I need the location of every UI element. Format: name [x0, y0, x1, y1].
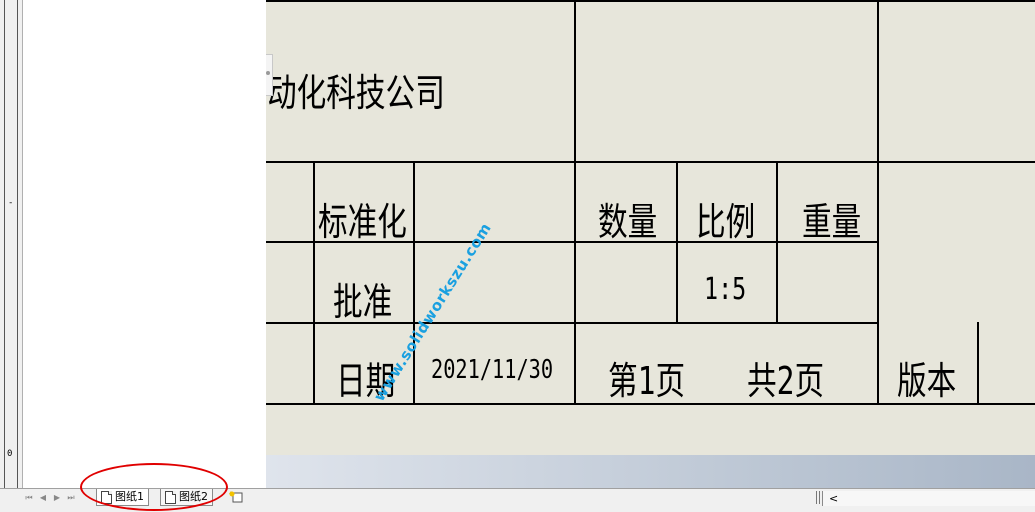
- grid-line: [977, 322, 979, 405]
- page-number: 第1页: [608, 359, 686, 403]
- first-sheet-icon[interactable]: ⏮: [24, 492, 34, 504]
- grid-line: [877, 0, 879, 405]
- handle-dot-icon: [266, 71, 270, 75]
- vertical-ruler: - 0: [0, 0, 23, 488]
- scale-value: 1:5: [704, 272, 747, 307]
- grid-line: [413, 161, 415, 405]
- version-label: 版本: [897, 359, 957, 403]
- scale-label: 比例: [696, 200, 756, 244]
- splitter-handle[interactable]: [266, 54, 273, 96]
- last-sheet-icon[interactable]: ⏭: [66, 492, 76, 504]
- next-sheet-icon[interactable]: ▶: [52, 492, 62, 504]
- workspace-background: [266, 455, 1035, 488]
- grid-line: [574, 0, 576, 405]
- date-value: 2021/11/30: [431, 355, 554, 385]
- grid-line: [676, 161, 678, 324]
- grid-line: [776, 161, 778, 324]
- company-name: 动化科技公司: [267, 71, 445, 115]
- scroll-left-icon[interactable]: <: [829, 491, 838, 506]
- annotation-ellipse: [80, 463, 228, 511]
- total-pages: 共2页: [747, 359, 825, 403]
- previous-sheet-icon[interactable]: ◀: [38, 492, 48, 504]
- sheet-margin: [23, 0, 266, 488]
- scrollbar-splitter[interactable]: [816, 491, 820, 504]
- quantity-label: 数量: [598, 200, 658, 244]
- add-sheet-icon[interactable]: [228, 490, 248, 504]
- ruler-mark: 0: [7, 449, 13, 459]
- grid-line: [266, 0, 1035, 2]
- ruler-line: [4, 0, 5, 488]
- weight-label: 重量: [802, 200, 862, 244]
- ruler-line: [17, 0, 18, 488]
- grid-line: [266, 161, 1035, 163]
- ruler-mark: -: [8, 198, 14, 208]
- approval-label: 批准: [333, 280, 393, 324]
- standardization-label: 标准化: [318, 200, 407, 244]
- horizontal-scrollbar[interactable]: <: [822, 491, 1035, 506]
- grid-line: [313, 161, 315, 405]
